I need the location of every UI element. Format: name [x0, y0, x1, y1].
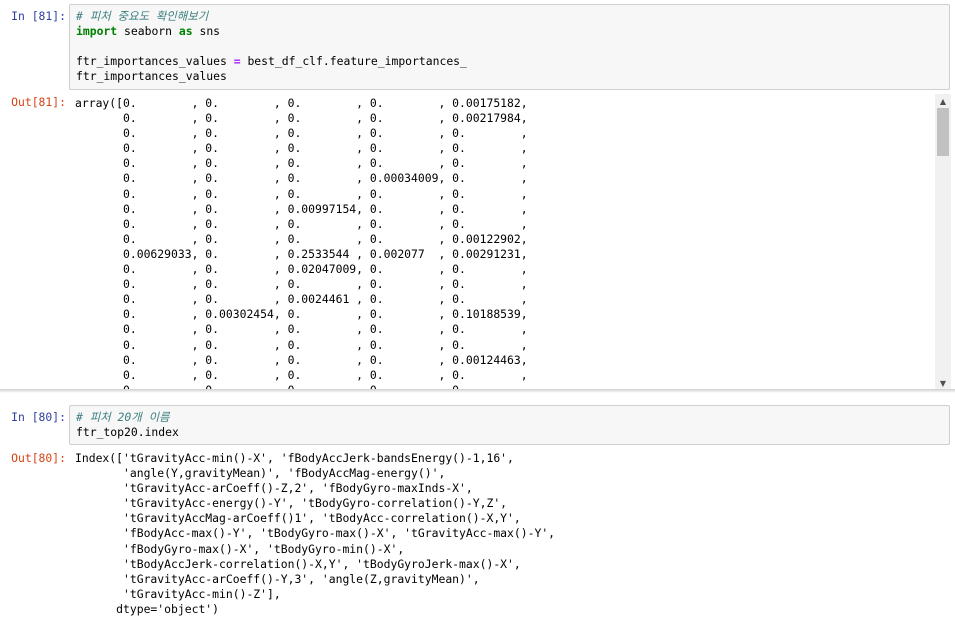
output-line: 'fBodyGyro-max()-X', 'tBodyGyro-min()-X'… — [75, 541, 405, 556]
output-line: 'tGravityAcc-arCoeff()-Y,3', 'angle(Z,gr… — [75, 571, 480, 586]
output-scrollbar[interactable]: ▲ ▼ — [935, 94, 951, 390]
code-token: seaborn — [117, 24, 179, 38]
output-line: 0. , 0. , 0. , 0. , 0. , — [75, 141, 528, 156]
code-line: ftr_top20.index — [76, 425, 949, 440]
code-token: ftr_top20.index — [76, 425, 179, 439]
cell80-output-text: Index(['tGravityAcc-min()-X', 'fBodyAccJ… — [75, 451, 555, 617]
output-line: 0.00629033, 0. , 0.2533544 , 0.002077 , … — [75, 246, 528, 261]
code-token: # 피처 20개 이름 — [76, 410, 170, 424]
output-line: 0. , 0.00302454, 0. , 0. , 0.10188539, — [75, 307, 528, 322]
output-line: 0. , 0. , 0. , 0. , 0. , — [75, 322, 528, 337]
output-line: 0. , 0. , 0. , 0. , 0. , — [75, 156, 528, 171]
output-line: 0. , 0. , 0. , 0.00034009, 0. , — [75, 171, 528, 186]
code-line: # 피처 중요도 확인해보기 — [76, 9, 949, 24]
output-line: 0. , 0. , 0.00997154, 0. , 0. , — [75, 201, 528, 216]
code-token: # 피처 중요도 확인해보기 — [76, 9, 209, 23]
cell81-code-input[interactable]: # 피처 중요도 확인해보기 import seaborn as sns ftr_i… — [69, 4, 950, 90]
output-line: 'angle(Y,gravityMean)', 'fBodyAccMag-ene… — [75, 466, 446, 481]
scroll-thumb[interactable] — [937, 108, 949, 156]
cell80-out-prompt: Out[80]: — [11, 451, 66, 465]
output-divider — [0, 389, 955, 393]
output-line: 0. , 0. , 0. , 0. , 0. , — [75, 367, 528, 382]
output-line: Index(['tGravityAcc-min()-X', 'fBodyAccJ… — [75, 451, 514, 465]
output-line: 'tBodyAccJerk-correlation()-X,Y', 'tBody… — [75, 556, 521, 571]
scroll-down-icon[interactable]: ▼ — [935, 376, 951, 390]
output-line: 'fBodyAcc-max()-Y', 'tBodyGyro-max()-X',… — [75, 526, 556, 541]
output-line: array([0. , 0. , 0. , 0. , 0.00175182, — [75, 96, 528, 110]
output-line: 'tGravityAcc-min()-Z'], — [75, 586, 281, 601]
code-token: sns — [192, 24, 221, 38]
code-token: best_df_clf.feature_importances_ — [240, 54, 467, 68]
output-line: 0. , 0. , 0. , 0. , 0. , — [75, 337, 528, 352]
code-line: # 피처 20개 이름 — [76, 410, 949, 425]
output-line: 0. , 0. , 0. , 0. , 0. , — [75, 186, 528, 201]
code-token: = — [233, 54, 241, 68]
cell81-in-prompt: In [81]: — [11, 9, 66, 23]
output-line: dtype='object') — [75, 601, 220, 616]
output-line: 0. , 0. , 0. , 0. , 0.00122902, — [75, 231, 528, 246]
cell81-output-text: array([0. , 0. , 0. , 0. , 0.00175182, 0… — [69, 94, 950, 390]
output-line: 0. , 0. , 0. , 0. , 0. , — [75, 126, 528, 141]
cell81-output-area[interactable]: array([0. , 0. , 0. , 0. , 0.00175182, 0… — [69, 94, 950, 390]
output-line: 'tGravityAcc-arCoeff()-Z,2', 'fBodyGyro-… — [75, 481, 473, 496]
code-token: as — [178, 24, 193, 38]
output-line: 0. , 0. , 0. , 0. , 0.00124463, — [75, 352, 528, 367]
code-line: import seaborn as sns — [76, 24, 949, 39]
cell80-in-prompt: In [80]: — [11, 410, 66, 424]
output-line: 0. , 0. , 0. , 0. , 0. , — [75, 216, 528, 231]
output-line: 0. , 0. , 0.0024461 , 0. , 0. , — [75, 292, 528, 307]
code-token: ftr_importances_values — [76, 54, 234, 68]
code-token: import — [76, 24, 118, 38]
output-line: 'tGravityAcc-energy()-Y', 'tBodyGyro-cor… — [75, 496, 508, 511]
output-line: 0. , 0. , 0. , 0. , 0.00217984, — [75, 111, 528, 126]
cell80-code-input[interactable]: # 피처 20개 이름 ftr_top20.index — [69, 405, 950, 445]
scroll-up-icon[interactable]: ▲ — [935, 94, 951, 108]
cell81-out-prompt: Out[81]: — [11, 95, 66, 109]
code-line: ftr_importances_values = best_df_clf.fea… — [76, 54, 949, 69]
code-line: ftr_importances_values — [76, 69, 949, 84]
output-line: 'tGravityAccMag-arCoeff()1', 'tBodyAcc-c… — [75, 511, 521, 526]
code-token: ftr_importances_values — [76, 69, 227, 83]
output-line: 0. , 0. , 0. , 0. , 0. , — [75, 277, 528, 292]
output-line: 0. , 0. , 0.02047009, 0. , 0. , — [75, 262, 528, 277]
